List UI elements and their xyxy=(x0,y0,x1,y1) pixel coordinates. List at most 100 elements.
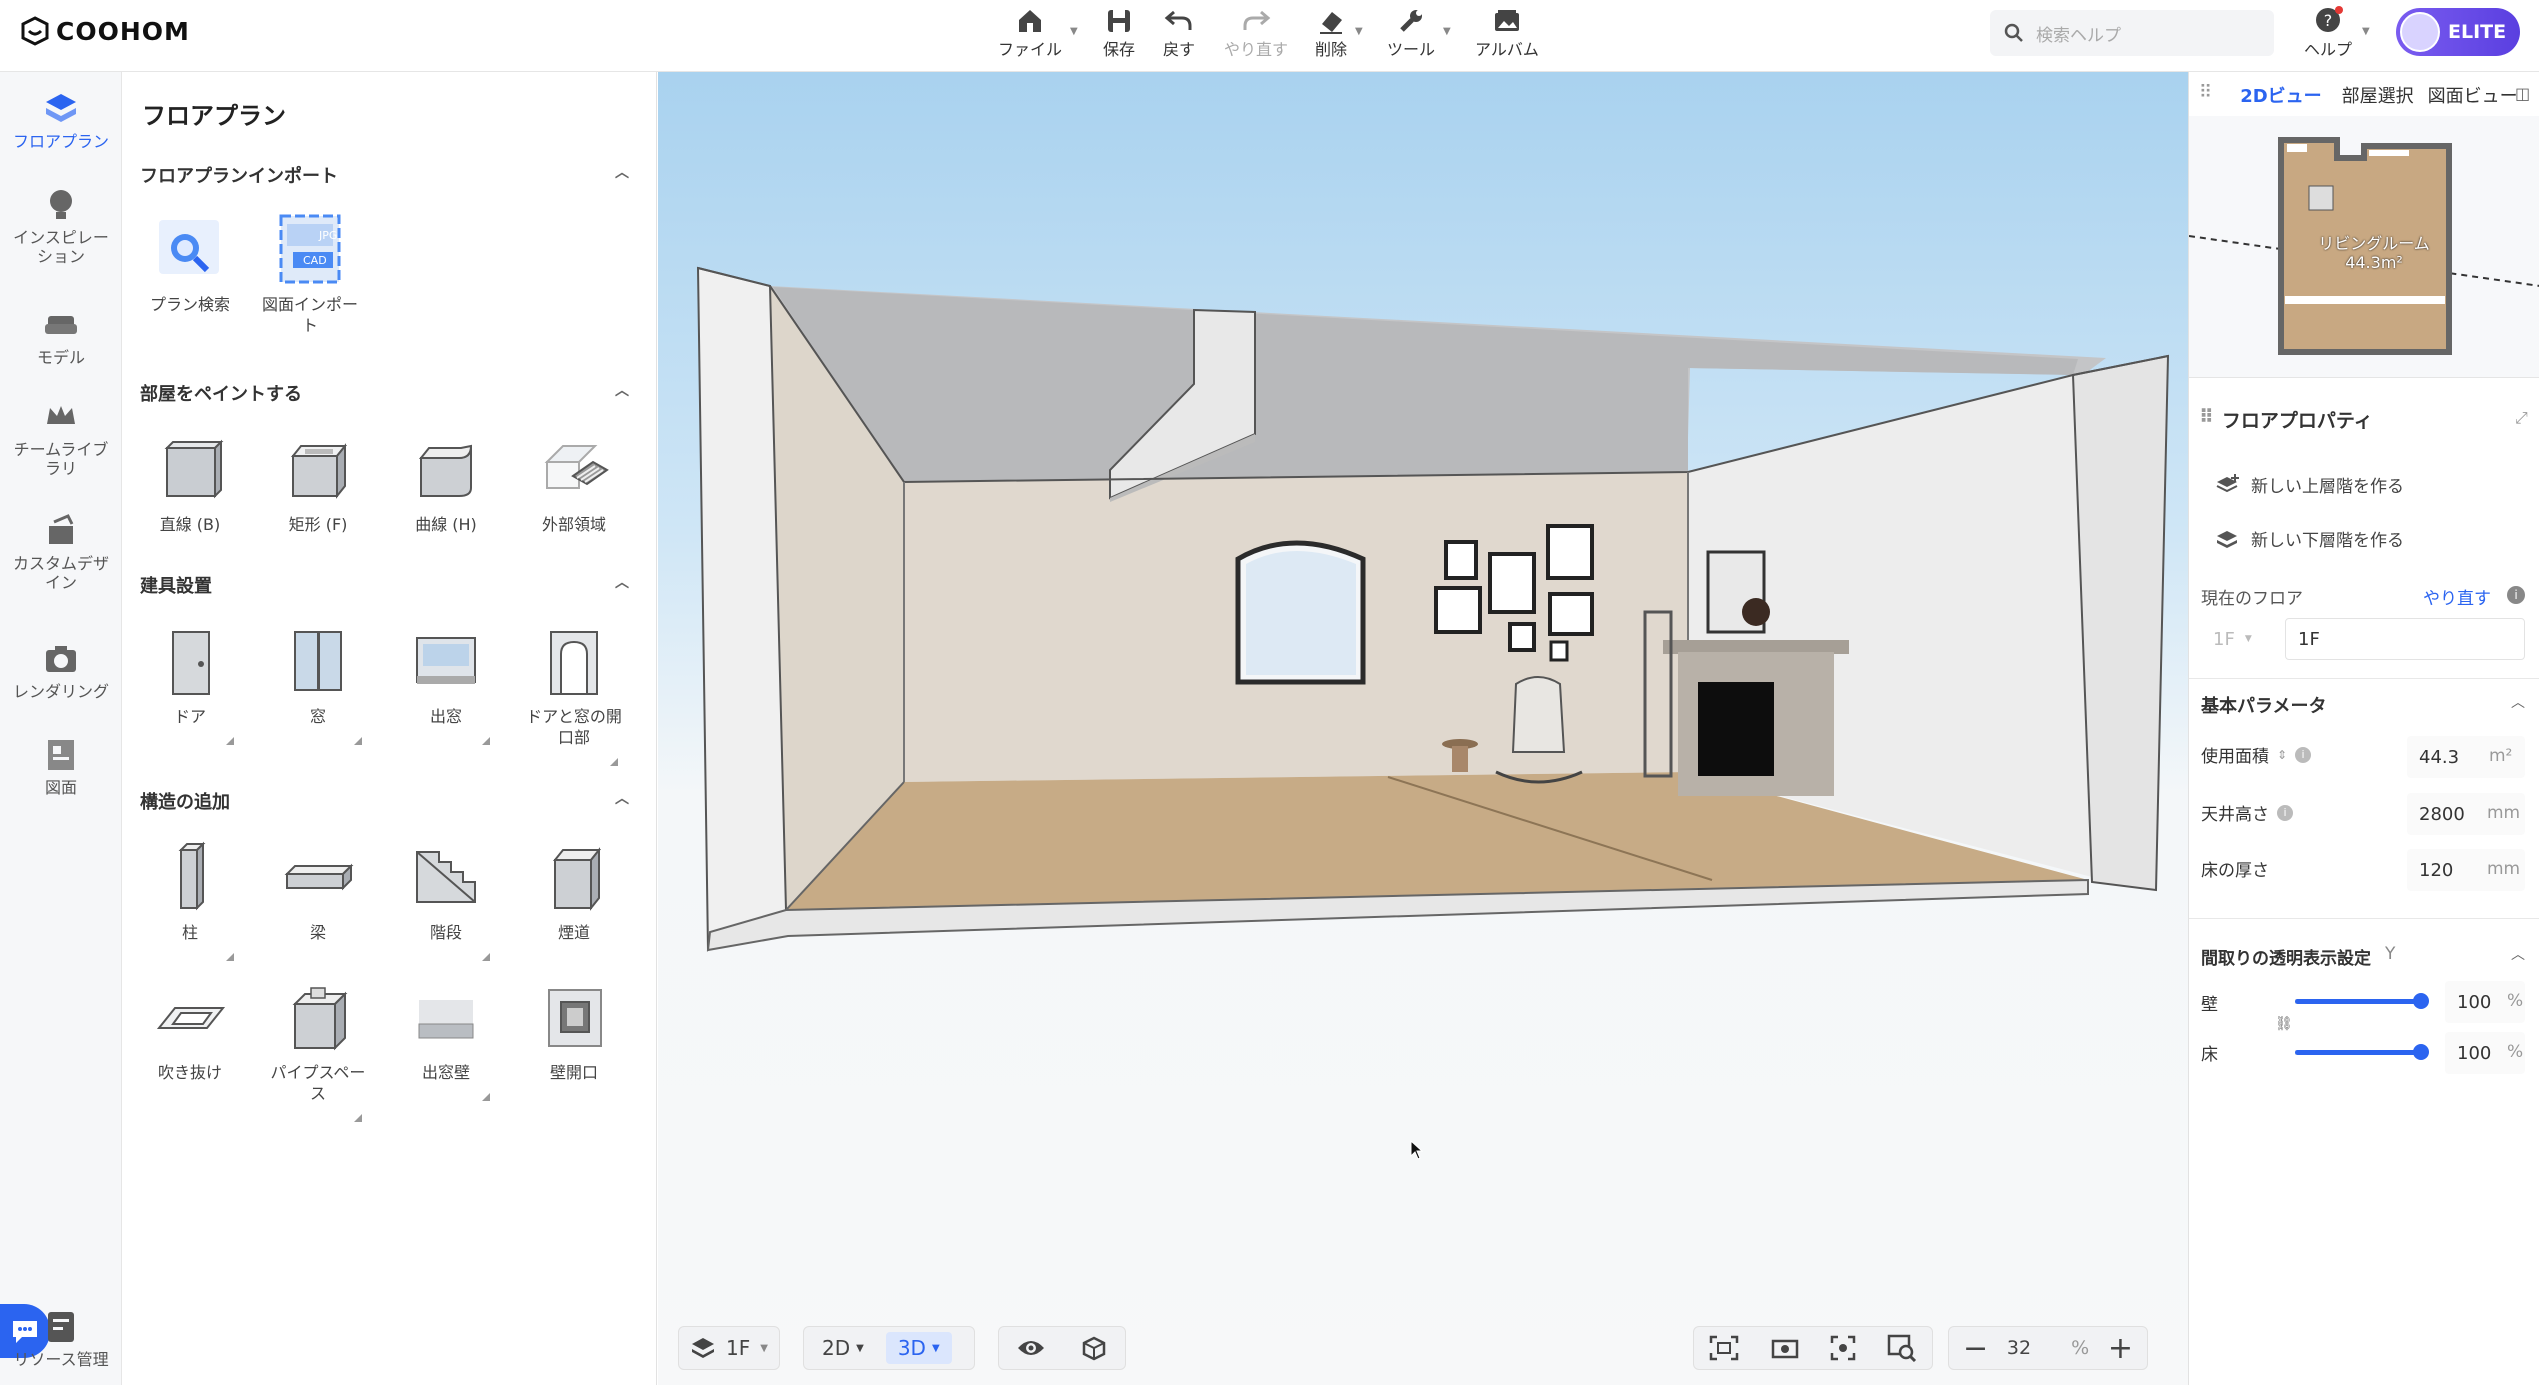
pipe-space-icon xyxy=(292,987,348,1051)
collapse-chevron-icon[interactable]: ︿ xyxy=(2511,692,2525,712)
drag-handle-icon[interactable]: ⠿ xyxy=(2199,406,2214,433)
rail-item-custom-design[interactable]: カスタムデザイン xyxy=(0,512,122,592)
collapse-chevron-icon[interactable]: ︿ xyxy=(615,572,629,592)
elite-account-badge[interactable]: ELITE xyxy=(2396,8,2520,56)
rail-item-model[interactable]: モデル xyxy=(0,306,122,367)
more-options-icon[interactable] xyxy=(482,737,490,745)
zoom-out-icon[interactable]: − xyxy=(1963,1331,1988,1366)
info-icon[interactable]: i xyxy=(2295,746,2312,763)
save-button[interactable]: 保存 xyxy=(1103,6,1135,60)
collapse-chevron-icon[interactable]: ︿ xyxy=(2511,944,2525,964)
rail-item-inspiration[interactable]: インスピレーション xyxy=(0,186,122,266)
flue-tool[interactable]: 煙道 xyxy=(514,840,634,943)
rail-item-floorplan[interactable]: フロアプラン xyxy=(0,90,122,151)
zoom-search-icon[interactable] xyxy=(1887,1334,1917,1362)
more-options-icon[interactable] xyxy=(226,953,234,961)
minimap[interactable]: リビングルーム 44.3m² xyxy=(2189,116,2539,378)
more-options-icon[interactable] xyxy=(610,758,618,766)
drag-handle-icon[interactable]: ⠿ xyxy=(2199,82,2212,108)
floor-label: 1F xyxy=(726,1336,751,1360)
more-options-icon[interactable] xyxy=(354,1114,362,1122)
help-button[interactable]: ? ヘルプ xyxy=(2304,6,2352,60)
new-upper-floor-button[interactable]: 新しい上層階を作る xyxy=(2215,472,2404,497)
curve-room-tool[interactable]: 曲線 (H) xyxy=(386,432,506,535)
help-search-input[interactable]: 検索ヘルプ xyxy=(1990,10,2274,56)
more-options-icon[interactable] xyxy=(226,737,234,745)
stairs-tool[interactable]: 階段 xyxy=(386,840,506,961)
info-icon[interactable]: i xyxy=(2277,804,2293,821)
file-caret-icon[interactable]: ▼ xyxy=(1070,26,1078,37)
area-row: 使用面積 ⇕ i xyxy=(2201,742,2312,767)
rect-room-tool[interactable]: 矩形 (F) xyxy=(258,432,378,535)
eye-icon[interactable] xyxy=(1017,1338,1045,1358)
delete-caret-icon[interactable]: ▼ xyxy=(1355,26,1363,37)
floor-selector[interactable]: 1F ▼ xyxy=(678,1326,780,1370)
delete-button[interactable]: 削除 xyxy=(1315,6,1347,60)
collapse-chevron-icon[interactable]: ︿ xyxy=(615,380,629,400)
beam-tool[interactable]: 梁 xyxy=(258,840,378,943)
floor-slider-knob[interactable] xyxy=(2413,1044,2429,1060)
section-fixtures-header[interactable]: 建具設置 ︿ xyxy=(140,572,629,598)
floor-redo-link[interactable]: やり直す xyxy=(2423,584,2491,609)
door-tool[interactable]: ドア xyxy=(130,624,250,745)
view-2d-button[interactable]: 2D ▼ xyxy=(810,1332,876,1364)
avatar xyxy=(2400,12,2440,52)
drawing-import-tool[interactable]: JPG CAD 図面インポート xyxy=(250,212,370,336)
collapse-chevron-icon[interactable]: ︿ xyxy=(615,788,629,808)
mantel-vase xyxy=(1742,598,1770,626)
focus-icon[interactable] xyxy=(1830,1335,1856,1361)
column-tool[interactable]: 柱 xyxy=(130,840,250,961)
room-3d-render[interactable] xyxy=(658,72,2188,1385)
more-options-icon[interactable] xyxy=(354,737,362,745)
bay-window-wall-tool[interactable]: 出窓壁 xyxy=(386,980,506,1101)
fit-screen-icon[interactable] xyxy=(1709,1335,1739,1361)
pipe-space-tool[interactable]: パイプスペース xyxy=(258,980,378,1122)
link-icon[interactable]: ⛓ xyxy=(2275,1016,2293,1032)
coohom-logo[interactable]: COOHOM xyxy=(20,16,190,46)
wall-slider-knob[interactable] xyxy=(2413,993,2429,1009)
void-tool[interactable]: 吹き抜け xyxy=(130,980,250,1083)
album-button[interactable]: アルバム xyxy=(1475,6,1539,60)
expand-icon[interactable]: ⤢ xyxy=(2515,408,2528,428)
window-tool[interactable]: 窓 xyxy=(258,624,378,745)
undo-button[interactable]: 戻す xyxy=(1163,6,1195,60)
3d-viewport[interactable]: 1F ▼ 2D ▼ 3D ▼ − 32 % + xyxy=(658,72,2188,1385)
file-menu-button[interactable]: ファイル xyxy=(998,6,1062,60)
minimap-chair xyxy=(2308,185,2334,211)
outer-area-tool[interactable]: 外部領域 xyxy=(514,432,634,535)
camera-settings-icon[interactable] xyxy=(1770,1335,1800,1361)
tools-caret-icon[interactable]: ▼ xyxy=(1443,26,1451,37)
more-options-icon[interactable] xyxy=(482,1093,490,1101)
tab-drawing-view[interactable]: 図面ビュー xyxy=(2428,82,2518,108)
rail-item-team-library[interactable]: チームライブラリ xyxy=(0,398,122,478)
tab-room-select[interactable]: 部屋選択 xyxy=(2342,82,2414,108)
section-structure-header[interactable]: 構造の追加 ︿ xyxy=(140,788,629,814)
resource-manager-button[interactable]: リソース管理 xyxy=(0,1308,122,1369)
opening-tool[interactable]: ドアと窓の開口部 xyxy=(514,624,634,766)
info-icon[interactable]: i xyxy=(2507,586,2525,604)
tools-menu-button[interactable]: ツール xyxy=(1387,6,1435,60)
wall-opening-tool[interactable]: 壁開口 xyxy=(514,980,634,1083)
tab-2d-view[interactable]: 2Dビュー xyxy=(2240,82,2321,108)
section-import-header[interactable]: フロアプランインポート ︿ xyxy=(140,162,629,188)
zoom-input[interactable]: 32 % xyxy=(2007,1337,2089,1359)
redo-button[interactable]: やり直す xyxy=(1224,6,1288,60)
help-caret-icon[interactable]: ▼ xyxy=(2362,26,2370,37)
bay-window-tool[interactable]: 出窓 xyxy=(386,624,506,745)
section-paint-header[interactable]: 部屋をペイントする ︿ xyxy=(140,380,629,406)
plan-search-tool[interactable]: プラン検索 xyxy=(130,212,250,315)
rail-item-drawing[interactable]: 図面 xyxy=(0,736,122,797)
more-options-icon[interactable] xyxy=(482,953,490,961)
new-lower-floor-button[interactable]: 新しい下層階を作る xyxy=(2215,526,2404,551)
floor-name-input[interactable]: 1F xyxy=(2285,618,2525,660)
cube-view-icon[interactable] xyxy=(1081,1335,1107,1361)
collapse-chevron-icon[interactable]: ︿ xyxy=(615,162,629,182)
rail-item-rendering[interactable]: レンダリング xyxy=(0,640,122,701)
collapse-panel-icon[interactable]: ◫ xyxy=(2515,84,2530,103)
view-3d-button[interactable]: 3D ▼ xyxy=(885,1332,952,1364)
line-room-tool[interactable]: 直線 (B) xyxy=(130,432,250,535)
sort-icon[interactable]: ⇕ xyxy=(2277,748,2287,762)
floor-code-select[interactable]: 1F ▼ xyxy=(2201,618,2267,660)
add-floor-up-icon xyxy=(2216,473,2239,492)
zoom-in-icon[interactable]: + xyxy=(2108,1331,2133,1366)
